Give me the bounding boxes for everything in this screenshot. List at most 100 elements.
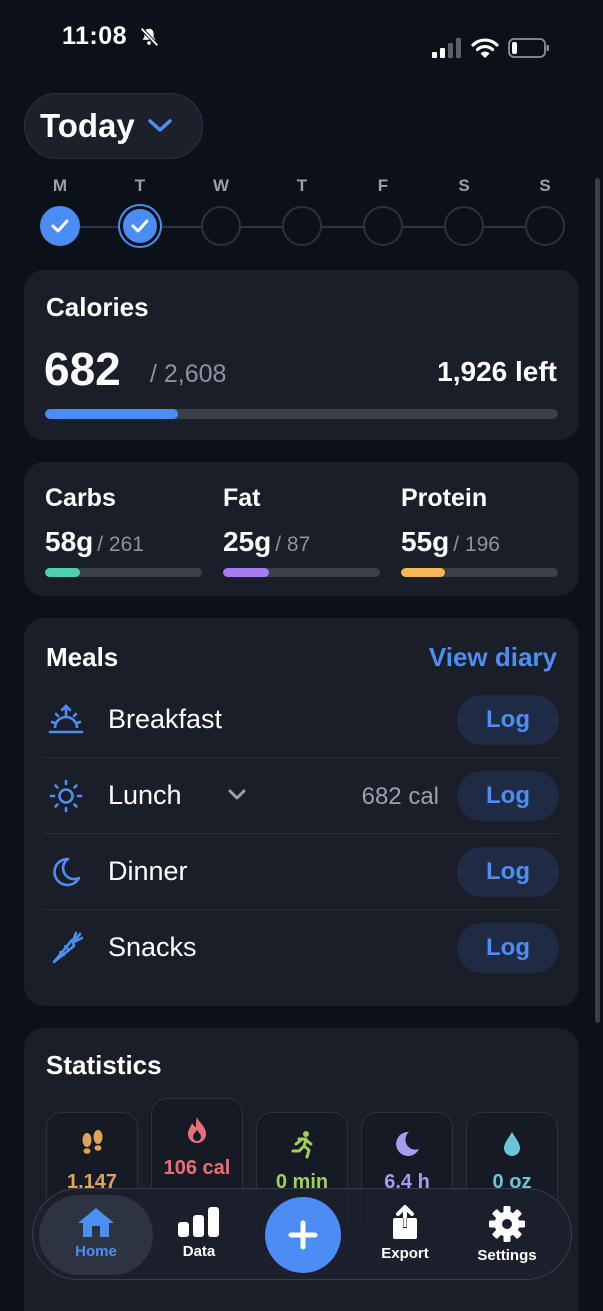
macro-progress-fill: [45, 568, 80, 577]
calories-consumed: 682: [44, 343, 121, 395]
moon-icon: [53, 857, 81, 887]
macro-value: 58g: [45, 526, 94, 557]
day-letter: W: [212, 176, 230, 195]
macro-name: Protein: [401, 484, 488, 512]
day-circle: [201, 206, 241, 246]
day-circle-done: [40, 206, 80, 246]
week-strip: M T W T F S S: [38, 172, 566, 252]
tab-home[interactable]: Home: [39, 1195, 153, 1275]
view-diary-link[interactable]: View diary: [429, 642, 557, 673]
meal-row-lunch[interactable]: Lunch 682 cal Log: [44, 758, 559, 834]
date-selector[interactable]: Today: [24, 93, 203, 159]
status-time: 11:08: [62, 22, 128, 50]
meal-row-snacks[interactable]: Snacks Log: [44, 910, 559, 986]
carrot-icon: [52, 931, 84, 964]
tab-export[interactable]: Export: [355, 1189, 455, 1281]
sun-icon: [49, 779, 83, 813]
day-circle: [282, 206, 322, 246]
macro-fat: Fat 25g/ 87: [223, 484, 380, 577]
macros-card[interactable]: Carbs 58g/ 261 Fat 25g/ 87 Protein 55g / …: [24, 462, 579, 596]
meal-calories: 682 cal: [361, 783, 439, 810]
macro-progress-bar: [401, 568, 558, 577]
macro-progress-bar: [45, 568, 202, 577]
meals-title: Meals: [46, 642, 119, 672]
day-sunday[interactable]: S: [523, 172, 567, 246]
footprints-icon: [82, 1130, 103, 1154]
checkmark-icon: [51, 219, 69, 233]
macro-progress-fill: [223, 568, 269, 577]
moon-icon: [396, 1131, 419, 1156]
chevron-down-icon[interactable]: [227, 788, 247, 802]
macro-goal: / 261: [97, 533, 144, 556]
sunrise-icon: [48, 704, 84, 734]
meal-row-dinner[interactable]: Dinner Log: [44, 834, 559, 910]
status-bar: 11:08: [0, 0, 603, 80]
gear-icon: [489, 1206, 525, 1242]
meal-name: Snacks: [108, 932, 197, 962]
day-circle-today: [120, 206, 160, 246]
log-dinner-button[interactable]: Log: [457, 847, 559, 897]
water-drop-icon: [504, 1132, 520, 1156]
day-letter: M: [52, 176, 68, 195]
macro-protein: Protein 55g/ 196: [401, 484, 558, 577]
tab-data[interactable]: Data: [149, 1189, 249, 1281]
macro-carbs: Carbs 58g/ 261: [45, 484, 202, 577]
log-snacks-button[interactable]: Log: [457, 923, 559, 973]
meal-row-breakfast[interactable]: Breakfast Log: [44, 682, 559, 758]
home-icon: [78, 1208, 114, 1237]
scrollbar[interactable]: [595, 178, 600, 1023]
day-letter: S: [539, 176, 551, 195]
stat-value: 106 cal: [163, 1157, 231, 1179]
chevron-down-icon: [147, 119, 172, 132]
meal-name: Breakfast: [108, 704, 223, 734]
calories-left: 1,926 left: [437, 356, 557, 387]
bell-slash-icon: [140, 27, 159, 47]
cellular-signal-icon: [432, 38, 461, 58]
calories-goal: / 2,608: [150, 360, 227, 388]
macro-goal: / 87: [275, 533, 311, 556]
plus-icon: [288, 1220, 318, 1250]
date-selector-label: Today: [40, 107, 135, 144]
wifi-icon: [471, 38, 499, 58]
macro-name: Carbs: [45, 484, 116, 512]
tab-settings[interactable]: Settings: [457, 1189, 557, 1281]
day-circle: [363, 206, 403, 246]
calories-card[interactable]: Calories 682 / 2,608 1,926 left: [24, 270, 579, 440]
meal-name: Dinner: [108, 856, 188, 886]
tab-label: Settings: [477, 1247, 537, 1264]
tab-label: Data: [182, 1243, 216, 1260]
add-entry-button[interactable]: [265, 1197, 341, 1273]
macro-goal: / 196: [453, 533, 500, 556]
checkmark-icon: [131, 219, 149, 233]
macro-progress-fill: [401, 568, 445, 577]
meal-name: Lunch: [108, 780, 182, 810]
log-breakfast-button[interactable]: Log: [457, 695, 559, 745]
day-letter: T: [134, 176, 146, 195]
running-icon: [291, 1131, 313, 1159]
day-tuesday[interactable]: T: [118, 172, 162, 246]
macro-value: 25g: [223, 526, 272, 557]
day-letter: T: [296, 176, 308, 195]
meals-card: Meals View diary Breakfast Log Lunch 682…: [24, 618, 579, 1006]
day-monday[interactable]: M: [38, 172, 82, 246]
calories-title: Calories: [46, 292, 149, 322]
day-letter: S: [458, 176, 470, 195]
day-letter: F: [377, 176, 389, 195]
share-icon: [393, 1205, 417, 1239]
day-thursday[interactable]: T: [280, 172, 324, 246]
day-wednesday[interactable]: W: [199, 172, 243, 246]
statistics-title: Statistics: [46, 1050, 162, 1080]
battery-icon: [508, 38, 549, 58]
macro-value: 55g: [401, 526, 450, 557]
calories-progress-bar: [45, 409, 558, 419]
tab-label: Home: [75, 1243, 117, 1260]
macro-progress-bar: [223, 568, 380, 577]
flame-icon: [188, 1117, 206, 1143]
day-saturday[interactable]: S: [442, 172, 486, 246]
day-friday[interactable]: F: [361, 172, 405, 246]
macro-name: Fat: [223, 484, 261, 512]
tab-label: Export: [381, 1245, 429, 1262]
calories-progress-fill: [45, 409, 179, 419]
log-lunch-button[interactable]: Log: [457, 771, 559, 821]
bottom-tab-bar: Home Data Export Settings: [32, 1188, 572, 1280]
